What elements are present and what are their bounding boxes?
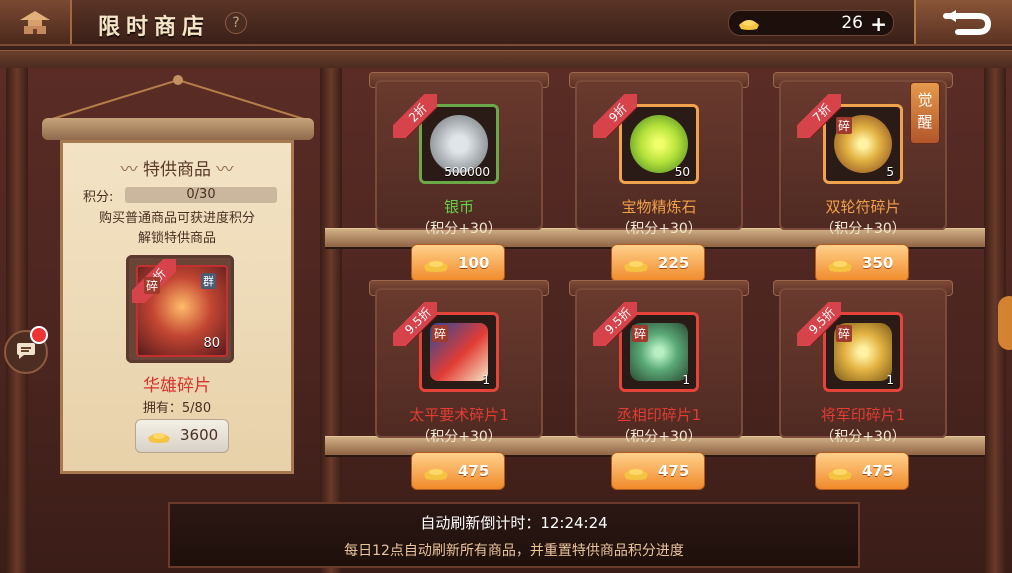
discount-text: 9折 [593,94,637,138]
gold-ingot-icon [737,15,761,35]
title-decoration-left: 〰 [120,160,143,180]
item-name: 太平要术碎片1 [409,406,509,424]
side-drawer-handle[interactable] [998,296,1012,350]
item-count: 5 [886,165,894,179]
discount-text: 9.5折 [393,302,437,346]
description-line-1: 购买普通商品可获进度积分 [98,211,255,226]
item-points: （积分+30） [416,221,502,237]
special-item-name: 华雄碎片 [143,376,211,396]
discount-text: 2折 [393,94,437,138]
item-points: （积分+30） [616,429,702,445]
refresh-info-box: 自动刷新倒计时：12:24:24 每日12点自动刷新所有商品，并重置特供商品积分… [168,502,860,568]
buy-button[interactable]: 100 [411,244,505,282]
discount-ribbon: 9.5折 [393,302,437,346]
hanging-string [51,75,305,120]
discount-ribbon: 9折 [593,94,637,138]
refresh-countdown: 自动刷新倒计时：12:24:24 [420,514,608,532]
gold-ingot-icon [826,463,854,485]
item-points: （积分+30） [616,221,702,237]
special-buy-button[interactable]: 3600 [135,419,229,453]
special-description: 购买普通商品可获进度积分 解锁特供商品 [63,209,291,249]
refresh-note: 每日12点自动刷新所有商品，并重置特供商品积分进度 [344,543,684,559]
currency-amount: 26 [841,13,863,33]
gold-ingot-icon [622,255,650,277]
fragment-badge: 碎 [144,277,161,294]
awaken-label-1: 觉 [917,91,933,109]
add-currency-button[interactable]: + [870,12,887,36]
buy-button[interactable]: 225 [611,244,705,282]
discount-ribbon: 9.5折 [797,302,841,346]
item-name: 双轮符碎片 [825,198,901,216]
item-count: 50 [674,165,690,179]
pagoda-icon [20,11,50,34]
page-title: 限时商店 [98,15,211,40]
awaken-label-2: 醒 [917,113,933,131]
price-amount: 475 [862,462,894,480]
item-name: 银币 [443,198,474,216]
price-amount: 350 [862,254,894,272]
item-name: 丞相印碎片1 [616,406,702,424]
item-count: 80 [203,336,220,351]
special-offer-panel: 〰 特供商品 〰 积分: 0/30 购买普通商品可获进度积分 解锁特供商品 9折… [60,140,294,474]
gold-ingot-icon [622,463,650,485]
left-pillar [6,68,28,573]
top-trim [0,50,1012,70]
buy-button[interactable]: 350 [815,244,909,282]
gold-ingot-icon [146,428,172,448]
gold-ingot-icon [422,255,450,277]
discount-text: 9.5折 [593,302,637,346]
return-arrow-icon [943,10,992,35]
discount-text: 7折 [797,94,841,138]
item-name: 将军印碎片1 [820,406,906,424]
item-count: 1 [886,373,894,387]
discount-ribbon: 9.5折 [593,302,637,346]
buy-button[interactable]: 475 [611,452,705,490]
item-points: （积分+30） [416,429,502,445]
item-points: （积分+30） [820,221,906,237]
price-amount: 100 [458,254,490,272]
discount-ribbon: 2折 [393,94,437,138]
currency-display: 26 + [728,10,894,36]
discount-text: 9.5折 [797,302,841,346]
help-button[interactable]: ? [225,12,247,34]
price-amount: 475 [658,462,690,480]
chat-bubble-icon [17,343,35,359]
scroll-rod [42,118,314,140]
score-progress-text: 0/30 [186,187,216,202]
awaken-button[interactable]: 觉 醒 [910,82,940,144]
chat-button[interactable] [4,326,48,374]
top-bar: 限时商店 ? 26 + [0,0,1012,46]
item-points: （积分+30） [820,429,906,445]
title-decoration-right: 〰 [216,160,234,180]
home-button[interactable] [0,0,72,44]
buy-button[interactable]: 475 [815,452,909,490]
limited-shop-screen: 限时商店 ? 26 + 〰 特供商品 〰 积分: 0/30 购买普通商品可获进度… [0,0,1012,573]
score-progress-bar: 0/30 [125,187,277,203]
shop-shelves: 500000 2折 银币 （积分+30） 100 50 9折 宝物精炼石 （积分… [325,70,985,500]
special-title: 〰 特供商品 〰 [63,155,291,180]
back-button[interactable] [914,0,1012,44]
description-line-2: 解锁特供商品 [137,231,216,246]
special-title-text: 特供商品 [143,160,211,180]
item-count: 1 [682,373,690,387]
item-name: 宝物精炼石 [621,198,697,216]
price-amount: 475 [458,462,490,480]
owned-count: 拥有：5/80 [142,401,212,416]
group-badge: 群 [201,273,216,289]
price-amount: 225 [658,254,690,272]
score-label: 积分: [83,190,114,205]
discount-ribbon: 7折 [797,94,841,138]
gold-ingot-icon [422,463,450,485]
center-pillar [320,68,342,573]
notification-dot [30,326,48,344]
item-count: 500000 [444,165,490,179]
special-price-amount: 3600 [180,426,219,444]
gold-ingot-icon [826,255,854,277]
buy-button[interactable]: 475 [411,452,505,490]
item-count: 1 [482,373,490,387]
special-item-card[interactable]: 9折 碎 群 80 [126,255,234,363]
